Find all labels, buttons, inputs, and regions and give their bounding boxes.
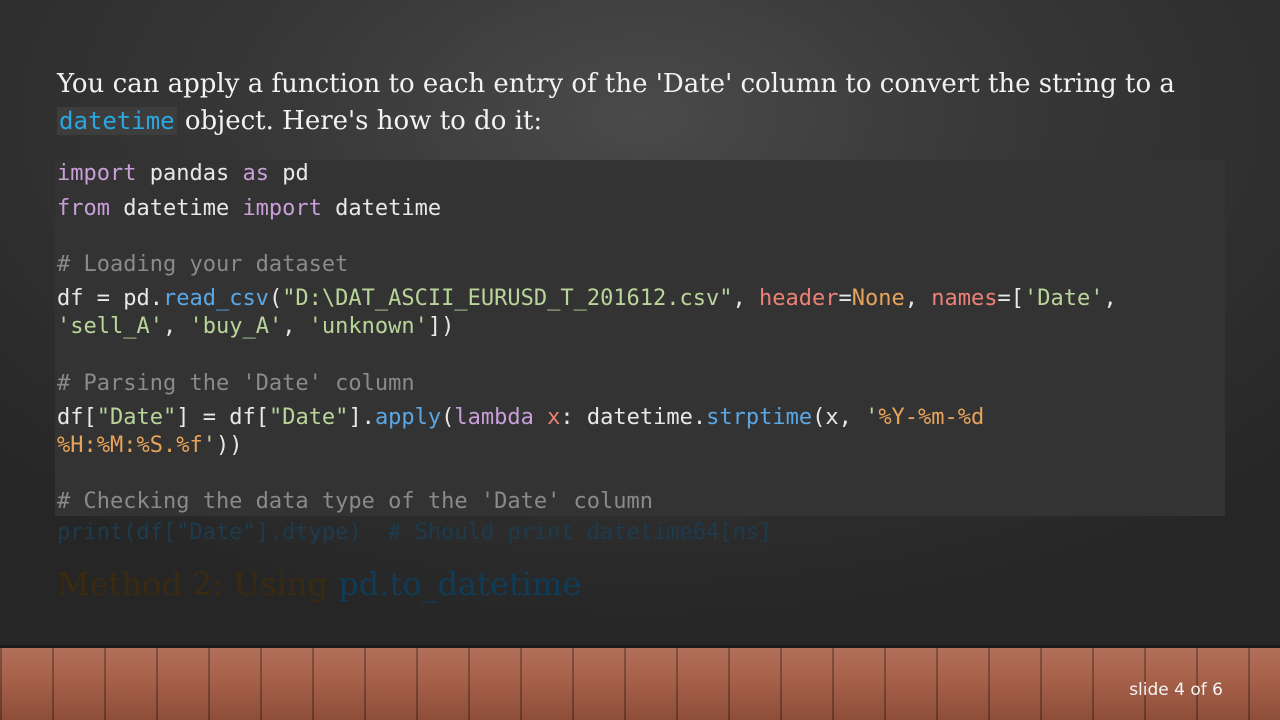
- code-token: ,: [1103, 286, 1117, 311]
- slide-canvas: You can apply a function to each entry o…: [0, 0, 1280, 645]
- code-token: ,: [732, 286, 760, 311]
- code-token: strptime: [706, 405, 813, 430]
- code-token: None: [851, 286, 905, 311]
- code-line: # Checking the data type of the 'Date' c…: [57, 488, 653, 516]
- code-line: df["Date"] = df["Date"].apply(lambda x: …: [57, 404, 984, 432]
- code-token: (x,: [812, 405, 866, 430]
- code-token: =[: [997, 286, 1024, 311]
- code-token: from: [57, 196, 110, 221]
- code-token: (: [268, 286, 283, 311]
- code-token: ,: [904, 286, 932, 311]
- code-token: df[: [57, 405, 97, 430]
- code-token: ]): [427, 314, 455, 339]
- code-token: pandas: [136, 161, 243, 186]
- code-token: as: [242, 161, 269, 186]
- code-token: ': [202, 433, 216, 458]
- code-token: # Checking the data type of the 'Date' c…: [57, 489, 654, 514]
- code-token: import: [57, 161, 137, 186]
- code-line: df = pd.read_csv("D:\DAT_ASCII_EURUSD_T_…: [57, 285, 1117, 313]
- code-token: datetime: [109, 196, 243, 221]
- code-token: read_csv: [162, 286, 269, 311]
- code-token: # Loading your dataset: [57, 252, 349, 277]
- method-heading-text: Method 2: Using: [57, 565, 339, 603]
- code-token: "D:\DAT_ASCII_EURUSD_T_201612.csv": [282, 286, 733, 311]
- code-token: import: [242, 196, 322, 221]
- code-token: %H:%M:%S.%f: [57, 433, 203, 458]
- code-token: lambda: [454, 405, 534, 430]
- code-token: ': [865, 405, 879, 430]
- overflow-code-line: print(df["Date"].dtype) # Should print d…: [57, 520, 773, 545]
- code-block: import pandas as pd from datetime import …: [55, 160, 1225, 516]
- code-token: (: [441, 405, 455, 430]
- method-heading: Method 2: Using pd.to_datetime: [57, 565, 581, 603]
- intro-paragraph: You can apply a function to each entry o…: [57, 66, 1227, 140]
- code-token: 'Date': [1023, 286, 1104, 311]
- code-token: datetime: [321, 196, 442, 221]
- inline-code-datetime: datetime: [57, 107, 177, 135]
- intro-text-before: You can apply a function to each entry o…: [57, 69, 1175, 99]
- wood-floor: [0, 645, 1280, 720]
- code-token: =: [838, 286, 852, 311]
- code-token: pd: [268, 161, 309, 186]
- code-line: # Loading your dataset: [57, 251, 348, 279]
- code-token: 'sell_A': [57, 314, 163, 339]
- code-token: apply: [374, 405, 442, 430]
- code-token: ,: [282, 314, 309, 339]
- code-token: 'buy_A': [189, 314, 283, 339]
- code-token: "Date": [96, 405, 177, 430]
- method-heading-code: pd.to_datetime: [338, 565, 582, 603]
- code-token: header: [759, 286, 839, 311]
- code-token: # Parsing the 'Date' column: [57, 371, 415, 396]
- code-token: x: [547, 405, 561, 430]
- code-token: names: [931, 286, 998, 311]
- code-line: from datetime import datetime: [57, 195, 441, 223]
- code-token: ] = df[: [176, 405, 269, 430]
- code-token: : datetime.: [560, 405, 707, 430]
- slide-number: slide 4 of 6: [1129, 680, 1223, 700]
- code-token: ].: [348, 405, 375, 430]
- code-token: %Y-%m-%d: [878, 405, 985, 430]
- code-line: %H:%M:%S.%f')): [57, 432, 242, 460]
- code-line: # Parsing the 'Date' column: [57, 370, 415, 398]
- code-line: 'sell_A', 'buy_A', 'unknown']): [57, 313, 454, 341]
- code-token: df = pd.: [57, 286, 163, 311]
- code-line: import pandas as pd: [57, 160, 309, 188]
- code-token: "Date": [268, 405, 349, 430]
- code-token: 'unknown': [308, 314, 428, 339]
- intro-text-after: object. Here's how to do it:: [176, 106, 543, 136]
- code-token: )): [215, 433, 243, 458]
- floor-edge: [0, 645, 1280, 648]
- code-token: ,: [162, 314, 190, 339]
